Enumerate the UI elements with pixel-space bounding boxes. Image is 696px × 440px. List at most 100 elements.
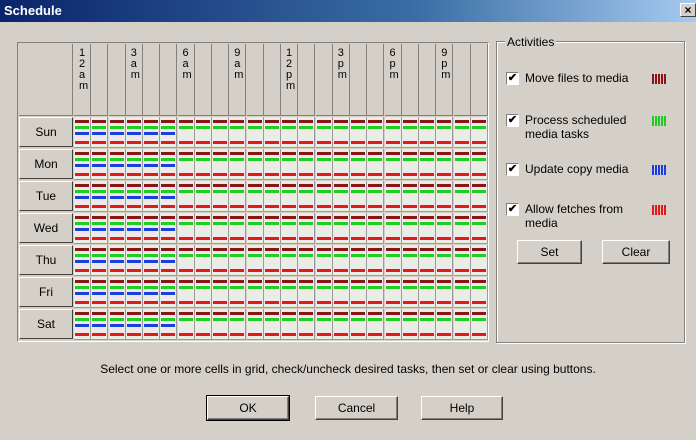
schedule-cell[interactable] xyxy=(281,213,298,244)
day-button-wed[interactable]: Wed xyxy=(19,213,73,243)
hour-header[interactable]: 3 p m xyxy=(332,44,350,116)
schedule-cell[interactable] xyxy=(436,117,454,148)
schedule-cell[interactable] xyxy=(263,149,281,180)
schedule-cell[interactable] xyxy=(384,149,402,180)
schedule-cell[interactable] xyxy=(143,309,160,340)
schedule-cell[interactable] xyxy=(91,213,109,244)
schedule-cell[interactable] xyxy=(74,213,91,244)
schedule-cell[interactable] xyxy=(246,181,264,212)
schedule-cell[interactable] xyxy=(470,309,488,340)
schedule-cell[interactable] xyxy=(194,277,212,308)
schedule-cell[interactable] xyxy=(160,245,178,276)
schedule-cell[interactable] xyxy=(436,277,454,308)
schedule-cell[interactable] xyxy=(419,245,436,276)
schedule-cell[interactable] xyxy=(419,181,436,212)
schedule-cell[interactable] xyxy=(177,309,195,340)
schedule-cell[interactable] xyxy=(332,117,350,148)
schedule-cell[interactable] xyxy=(315,181,333,212)
schedule-cell[interactable] xyxy=(108,213,126,244)
schedule-cell[interactable] xyxy=(350,213,367,244)
schedule-cell[interactable] xyxy=(419,213,436,244)
schedule-cell[interactable] xyxy=(125,117,143,148)
schedule-cell[interactable] xyxy=(74,309,91,340)
schedule-cell[interactable] xyxy=(298,245,316,276)
hour-header[interactable]: 1 2 a m xyxy=(74,44,91,116)
schedule-cell[interactable] xyxy=(436,245,454,276)
hour-header[interactable] xyxy=(401,44,419,116)
schedule-cell[interactable] xyxy=(332,213,350,244)
schedule-cell[interactable] xyxy=(194,309,212,340)
day-button-fri[interactable]: Fri xyxy=(19,277,73,307)
schedule-cell[interactable] xyxy=(436,181,454,212)
schedule-cell[interactable] xyxy=(194,213,212,244)
activity-move[interactable]: ✔ Move files to media xyxy=(506,71,686,88)
schedule-cell[interactable] xyxy=(263,181,281,212)
schedule-cell[interactable] xyxy=(160,277,178,308)
schedule-cell[interactable] xyxy=(229,213,247,244)
schedule-cell[interactable] xyxy=(229,277,247,308)
schedule-cell[interactable] xyxy=(401,117,419,148)
schedule-cell[interactable] xyxy=(298,117,316,148)
hour-header[interactable] xyxy=(315,44,333,116)
hour-header[interactable] xyxy=(194,44,212,116)
schedule-cell[interactable] xyxy=(194,117,212,148)
schedule-cell[interactable] xyxy=(108,181,126,212)
day-button-thu[interactable]: Thu xyxy=(19,245,73,275)
schedule-cell[interactable] xyxy=(401,213,419,244)
schedule-cell[interactable] xyxy=(125,181,143,212)
ok-button[interactable]: OK xyxy=(206,395,290,421)
schedule-cell[interactable] xyxy=(453,277,471,308)
schedule-cell[interactable] xyxy=(453,245,471,276)
schedule-cell[interactable] xyxy=(74,149,91,180)
schedule-cell[interactable] xyxy=(91,245,109,276)
schedule-cell[interactable] xyxy=(229,245,247,276)
schedule-cell[interactable] xyxy=(177,181,195,212)
schedule-cell[interactable] xyxy=(350,245,367,276)
schedule-cell[interactable] xyxy=(263,245,281,276)
schedule-cell[interactable] xyxy=(177,245,195,276)
hour-header[interactable] xyxy=(160,44,178,116)
day-button-mon[interactable]: Mon xyxy=(19,149,73,179)
schedule-cell[interactable] xyxy=(91,149,109,180)
day-button-sun[interactable]: Sun xyxy=(19,117,73,147)
schedule-cell[interactable] xyxy=(194,181,212,212)
schedule-cell[interactable] xyxy=(246,117,264,148)
schedule-cell[interactable] xyxy=(177,277,195,308)
schedule-cell[interactable] xyxy=(298,213,316,244)
schedule-cell[interactable] xyxy=(436,213,454,244)
hour-header[interactable] xyxy=(419,44,436,116)
schedule-cell[interactable] xyxy=(160,117,178,148)
schedule-cell[interactable] xyxy=(315,213,333,244)
schedule-cell[interactable] xyxy=(367,213,385,244)
schedule-cell[interactable] xyxy=(350,277,367,308)
update-checkbox[interactable]: ✔ xyxy=(506,163,519,176)
schedule-cell[interactable] xyxy=(315,117,333,148)
schedule-cell[interactable] xyxy=(453,117,471,148)
hour-header[interactable] xyxy=(108,44,126,116)
schedule-cell[interactable] xyxy=(470,149,488,180)
hour-header[interactable]: 3 a m xyxy=(125,44,143,116)
schedule-cell[interactable] xyxy=(350,117,367,148)
schedule-cell[interactable] xyxy=(108,309,126,340)
schedule-cell[interactable] xyxy=(160,149,178,180)
schedule-cell[interactable] xyxy=(315,149,333,180)
schedule-cell[interactable] xyxy=(470,213,488,244)
schedule-cell[interactable] xyxy=(315,245,333,276)
schedule-cell[interactable] xyxy=(332,277,350,308)
schedule-cell[interactable] xyxy=(436,309,454,340)
schedule-cell[interactable] xyxy=(470,245,488,276)
hour-header[interactable] xyxy=(298,44,316,116)
schedule-cell[interactable] xyxy=(143,117,160,148)
schedule-cell[interactable] xyxy=(194,149,212,180)
schedule-cell[interactable] xyxy=(470,277,488,308)
schedule-cell[interactable] xyxy=(453,181,471,212)
close-icon[interactable]: × xyxy=(680,3,696,17)
schedule-cell[interactable] xyxy=(281,245,298,276)
schedule-cell[interactable] xyxy=(229,149,247,180)
schedule-cell[interactable] xyxy=(108,245,126,276)
schedule-cell[interactable] xyxy=(419,117,436,148)
schedule-cell[interactable] xyxy=(263,277,281,308)
schedule-cell[interactable] xyxy=(315,277,333,308)
schedule-cell[interactable] xyxy=(332,149,350,180)
schedule-cell[interactable] xyxy=(212,277,229,308)
